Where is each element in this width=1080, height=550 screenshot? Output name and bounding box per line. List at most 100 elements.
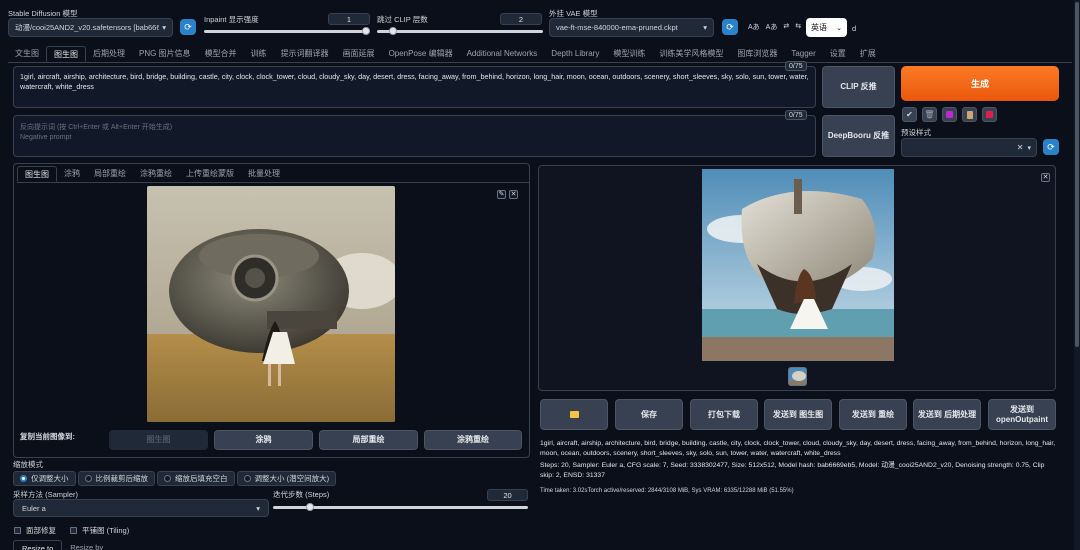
tool-buttons: ✔ 🗑: [902, 107, 997, 122]
tab-9[interactable]: Additional Networks: [460, 46, 545, 62]
refresh-models-button[interactable]: ⟳: [180, 19, 196, 35]
tab-14[interactable]: Tagger: [784, 46, 822, 62]
img2img-tabs: 图生图 涂鸦 局部重绘 涂鸦重绘 上传重绘蒙版 批量处理: [17, 166, 287, 182]
swap-alt-icon[interactable]: ⇆: [795, 22, 801, 32]
tab-16[interactable]: 扩展: [853, 46, 883, 62]
tab-3[interactable]: PNG 图片信息: [132, 46, 198, 62]
refresh-styles-button[interactable]: ⟳: [1043, 139, 1059, 155]
copy-to-inpaint-sketch-button[interactable]: 涂鸦重绘: [424, 430, 522, 450]
restore-faces-checkbox[interactable]: 面部修复: [14, 525, 56, 536]
font-smaller-icon[interactable]: Aあ: [766, 22, 778, 32]
copy-to-inpaint-button[interactable]: 局部重绘: [319, 430, 418, 450]
extra-networks-button[interactable]: [942, 107, 957, 122]
tiling-checkbox[interactable]: 平铺图 (Tiling): [70, 525, 129, 536]
save-style-button[interactable]: [982, 107, 997, 122]
resize-option-latent[interactable]: 调整大小 (潜空间放大): [236, 471, 337, 486]
input-image-art: [147, 186, 395, 422]
close-icon[interactable]: ✕: [509, 190, 518, 199]
refresh-vae-button[interactable]: ⟳: [722, 19, 738, 35]
tab-resize-to[interactable]: Resize to: [13, 540, 63, 550]
refresh-icon: ⟳: [726, 21, 734, 32]
copy-image-label: 复制当前图像到:: [20, 432, 75, 441]
subtab-5[interactable]: 批量处理: [241, 166, 287, 182]
chevron-down-icon: ▾: [1027, 144, 1031, 152]
tabs-divider: [8, 62, 1072, 63]
negative-placeholder: 反向提示词 (按 Ctrl+Enter 或 Alt+Enter 开始生成): [20, 124, 173, 131]
steps-slider[interactable]: [273, 503, 528, 511]
tab-6[interactable]: 提示词翻译器: [274, 46, 336, 62]
tab-5[interactable]: 训练: [244, 46, 274, 62]
thumbnail-art: [789, 368, 806, 385]
clip-skip-slider[interactable]: [377, 27, 543, 35]
prompt-text: 1girl, aircraft, airship, architecture, …: [20, 72, 809, 91]
tab-2[interactable]: 后期处理: [86, 46, 132, 62]
send-to-img2img-button[interactable]: 发送到 图生图: [764, 399, 832, 430]
refresh-icon: ⟳: [1047, 141, 1055, 152]
clip-skip-input[interactable]: 2: [500, 13, 542, 25]
tab-12[interactable]: 训练美学风格模型: [652, 46, 730, 62]
output-image[interactable]: [702, 169, 894, 361]
tab-11[interactable]: 模型训练: [606, 46, 652, 62]
tab-13[interactable]: 图库浏览器: [730, 46, 784, 62]
subtab-3[interactable]: 涂鸦重绘: [133, 166, 179, 182]
inpaint-input[interactable]: 1: [328, 13, 370, 25]
resize-option-crop[interactable]: 比例裁剪后缩放: [77, 471, 155, 486]
tab-0[interactable]: 文生图: [8, 46, 46, 62]
vae-select[interactable]: vae-ft-mse-840000-ema-pruned.ckpt ▾: [549, 18, 714, 37]
clear-icon[interactable]: ✕: [1017, 143, 1024, 152]
check-button[interactable]: ✔: [902, 107, 917, 122]
font-larger-icon[interactable]: Aあ: [748, 22, 760, 32]
send-to-inpaint-button[interactable]: 发送到 重绘: [839, 399, 907, 430]
tab-resize-by[interactable]: Resize by: [62, 540, 111, 550]
vae-value: vae-ft-mse-840000-ema-pruned.ckpt: [556, 23, 678, 32]
clip-interrogate-button[interactable]: CLIP 反推: [822, 66, 895, 108]
generation-info: 1girl, aircraft, airship, architecture, …: [540, 439, 1056, 480]
trash-icon: 🗑: [924, 110, 935, 119]
generate-button[interactable]: 生成: [901, 66, 1059, 101]
page-scrollbar[interactable]: [1074, 0, 1080, 550]
output-thumbnail[interactable]: [788, 367, 807, 386]
resize-tabs: Resize to Resize by: [13, 540, 111, 550]
resize-option-fill[interactable]: 缩放后填充空白: [157, 471, 235, 486]
resize-option-just-resize[interactable]: 仅调整大小: [13, 471, 76, 486]
save-button[interactable]: 保存: [615, 399, 683, 430]
tab-4[interactable]: 模型合并: [198, 46, 244, 62]
main-tabs: 文生图 图生图 后期处理 PNG 图片信息 模型合并 训练 提示词翻译器 画面延展 OpenPo…: [8, 46, 883, 62]
resize-mode-group: 仅调整大小 比例裁剪后缩放 缩放后填充空白 调整大小 (潜空间放大): [13, 471, 337, 486]
model-select[interactable]: 动漫/cooi25AND2_v20.safetensors [bab6669eb…: [8, 18, 173, 37]
subtab-2[interactable]: 局部重绘: [87, 166, 133, 182]
open-folder-button[interactable]: [540, 399, 608, 430]
edit-icon[interactable]: ✎: [497, 190, 506, 199]
clipboard-button[interactable]: [962, 107, 977, 122]
tab-1[interactable]: 图生图: [46, 46, 86, 62]
prompt-textarea[interactable]: 1girl, aircraft, airship, architecture, …: [13, 66, 816, 108]
deepbooru-interrogate-button[interactable]: DeepBooru 反推: [822, 115, 895, 157]
sampler-value: Euler a: [22, 503, 46, 513]
subtab-4[interactable]: 上传重绘蒙版: [179, 166, 241, 182]
styles-select[interactable]: ✕ ▾: [901, 138, 1037, 157]
language-extra: d: [852, 24, 857, 33]
zip-download-button[interactable]: 打包下载: [690, 399, 758, 430]
tab-7[interactable]: 画面延展: [336, 46, 382, 62]
trash-button[interactable]: 🗑: [922, 107, 937, 122]
subtab-1[interactable]: 涂鸦: [57, 166, 87, 182]
inpaint-slider[interactable]: [204, 27, 370, 35]
tab-10[interactable]: Depth Library: [544, 46, 606, 62]
tab-8[interactable]: OpenPose 编辑器: [382, 46, 460, 62]
close-icon[interactable]: ✕: [1041, 173, 1050, 182]
scrollbar-thumb[interactable]: [1075, 2, 1079, 347]
styles-label: 预设样式: [901, 128, 931, 137]
negative-prompt-textarea[interactable]: 反向提示词 (按 Ctrl+Enter 或 Alt+Enter 开始生成) Ne…: [13, 115, 816, 157]
subtab-0[interactable]: 图生图: [17, 166, 57, 182]
tab-15[interactable]: 设置: [823, 46, 853, 62]
send-to-extras-button[interactable]: 发送到 后期处理: [913, 399, 981, 430]
steps-input[interactable]: 20: [487, 489, 528, 501]
swap-icon[interactable]: ⇄: [783, 22, 789, 32]
prompt-token-counter: 0/75: [785, 61, 807, 71]
input-image[interactable]: [147, 186, 395, 422]
copy-to-img2img-button[interactable]: 图生图: [109, 430, 208, 450]
sampler-select[interactable]: Euler a ▾: [13, 499, 269, 517]
language-select[interactable]: 英语 ⌄: [806, 18, 847, 37]
send-to-openoutpaint-button[interactable]: 发送到 openOutpaint: [988, 399, 1056, 430]
copy-to-sketch-button[interactable]: 涂鸦: [214, 430, 313, 450]
